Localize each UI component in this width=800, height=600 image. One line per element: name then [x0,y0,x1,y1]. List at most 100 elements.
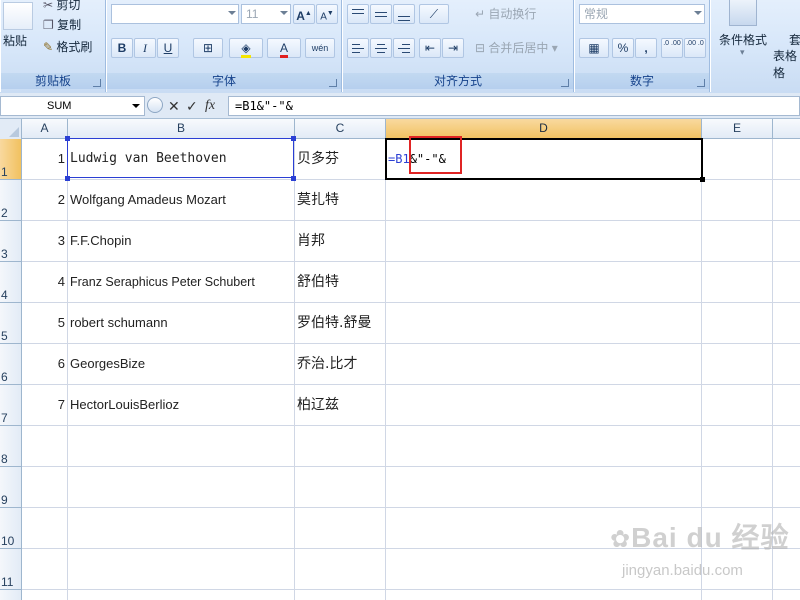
align-right-button[interactable] [393,38,415,58]
row-header[interactable]: 5 [0,303,22,344]
row-header[interactable]: 6 [0,344,22,385]
borders-icon: ⊞ [202,41,214,55]
row-header[interactable]: 1 [0,139,22,180]
shrink-font-button[interactable]: A▼ [316,4,338,24]
enter-check-icon[interactable]: ✓ [186,97,198,115]
chevron-down-icon [132,104,140,108]
borders-button[interactable]: ⊞ [193,38,223,58]
column-header-a[interactable]: A [22,119,68,139]
formula-bar-expand-handle[interactable] [147,97,163,113]
increase-decimal-button[interactable]: .0 .00 [661,38,683,58]
italic-button[interactable]: I [134,38,156,58]
cut-button[interactable]: ✂ 剪切 [43,0,80,13]
row-header[interactable]: 2 [0,180,22,221]
cell-a3[interactable]: 3 [22,221,67,261]
column-header-e[interactable]: E [702,119,773,139]
number-format-combo[interactable]: 常规 [579,4,705,24]
row-header[interactable]: 3 [0,221,22,262]
formula-input[interactable]: =B1&"-"& [228,96,800,116]
cell-a1[interactable]: 1 [22,139,67,179]
row-header[interactable]: 10 [0,508,22,549]
row-header[interactable]: 11 [0,549,22,590]
fill-handle[interactable] [700,177,705,182]
wrap-text-button[interactable]: ↵ 自动换行 [475,5,536,23]
cell-b2[interactable]: Wolfgang Amadeus Mozart [70,180,292,220]
font-color-button[interactable]: A [267,38,301,58]
insert-function-icon[interactable]: fx [205,97,215,115]
number-group-label: 数字 [575,73,709,89]
dialog-launcher-icon[interactable] [697,79,705,87]
align-middle-button[interactable] [370,4,392,24]
chevron-down-icon: ▾ [740,47,745,57]
column-header-c[interactable]: C [295,119,386,139]
wrap-icon: ↵ [475,7,489,21]
row-header[interactable]: 9 [0,467,22,508]
select-all-corner[interactable] [0,119,22,139]
reference-handle[interactable] [65,176,70,181]
column-header-f-partial[interactable] [773,119,800,139]
row-header[interactable]: 4 [0,262,22,303]
cell-b3[interactable]: F.F.Chopin [70,221,292,261]
copy-button[interactable]: ❐ 复制 [43,16,81,33]
reference-handle[interactable] [291,176,296,181]
cell-c2[interactable]: 莫扎特 [297,180,384,220]
decrease-indent-button[interactable]: ⇤ [419,38,441,58]
cell-b6[interactable]: GeorgesBize [70,344,292,384]
conditional-format-icon[interactable] [729,0,757,26]
cell-b5[interactable]: robert schumann [70,303,292,343]
cell-c6[interactable]: 乔治.比才 [297,344,384,384]
align-left-button[interactable] [347,38,369,58]
orientation-icon: ⟋ [429,7,439,21]
increase-indent-button[interactable]: ⇥ [442,38,464,58]
merge-icon: ⊟ [475,41,489,55]
dialog-launcher-icon[interactable] [93,79,101,87]
underline-button[interactable]: U [157,38,179,58]
grid-line [67,139,68,600]
cell-c4[interactable]: 舒伯特 [297,262,384,302]
reference-handle[interactable] [65,136,70,141]
format-as-table-button[interactable]: 套 [789,31,800,48]
grow-font-button[interactable]: A▲ [293,4,315,24]
cell-b7[interactable]: HectorLouisBerlioz [70,385,292,425]
row-header[interactable]: 7 [0,385,22,426]
edit-cell-reference: =B1 [388,152,410,166]
comma-button[interactable]: , [635,38,657,58]
align-center-button[interactable] [370,38,392,58]
font-size-combo[interactable]: 11 [241,4,291,24]
row-header[interactable]: 8 [0,426,22,467]
cell-c7[interactable]: 柏辽兹 [297,385,384,425]
bold-button[interactable]: B [111,38,133,58]
percent-button[interactable]: % [612,38,634,58]
orientation-button[interactable]: ⟋ [419,4,449,24]
align-bottom-button[interactable] [393,4,415,24]
name-box[interactable]: SUM [0,96,145,116]
dialog-launcher-icon[interactable] [329,79,337,87]
reference-handle[interactable] [291,136,296,141]
cell-c1[interactable]: 贝多芬 [297,139,384,179]
cell-c3[interactable]: 肖邦 [297,221,384,261]
paste-button[interactable]: 粘贴 [3,32,27,49]
cell-a5[interactable]: 5 [22,303,67,343]
column-header-b[interactable]: B [68,119,295,139]
cell-a4[interactable]: 4 [22,262,67,302]
dialog-launcher-icon[interactable] [561,79,569,87]
cell-c5[interactable]: 罗伯特.舒曼 [297,303,384,343]
conditional-format-button[interactable]: 条件格式 [719,31,767,48]
cell-b4[interactable]: Franz Seraphicus Peter Schubert [70,262,292,302]
brush-icon: ✎ [43,40,54,54]
format-painter-button[interactable]: ✎ 格式刷 [43,38,92,55]
decrease-decimal-button[interactable]: .00 .0 [684,38,706,58]
cell-a7[interactable]: 7 [22,385,67,425]
fill-color-button[interactable]: ◈ [229,38,263,58]
row-header-partial[interactable] [0,590,22,600]
align-top-button[interactable] [347,4,369,24]
cell-a2[interactable]: 2 [22,180,67,220]
phonetic-button[interactable]: wén [305,38,335,58]
cell-a6[interactable]: 6 [22,344,67,384]
font-name-combo[interactable] [111,4,239,24]
cancel-icon[interactable]: ✕ [168,97,180,115]
paste-icon[interactable] [3,2,33,30]
accounting-format-button[interactable]: ▦ [579,38,609,58]
merge-center-button[interactable]: ⊟ 合并后居中 ▾ [475,39,558,57]
copy-icon: ❐ [43,18,54,32]
